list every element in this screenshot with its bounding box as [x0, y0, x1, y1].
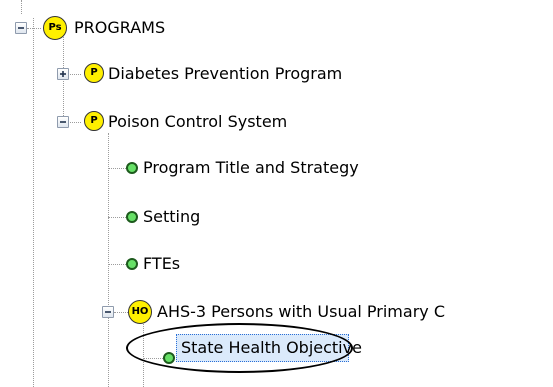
poison-collapse-toggle[interactable] — [57, 116, 69, 128]
tree-line-diabetes — [67, 74, 81, 75]
setting-green-circle-icon — [126, 211, 138, 223]
diabetes-program-label[interactable]: Diabetes Prevention Program — [108, 64, 342, 84]
tree-line-ahs-children — [143, 324, 144, 387]
tree-line-programs-children — [63, 34, 64, 126]
diabetes-program-badge-icon: P — [84, 63, 104, 83]
program-title-label[interactable]: Program Title and Strategy — [143, 158, 359, 178]
poison-control-label[interactable]: Poison Control System — [108, 112, 287, 132]
tree-line-ahs — [114, 312, 128, 313]
programs-label[interactable]: PROGRAMS — [74, 18, 165, 38]
minus-icon — [18, 27, 24, 29]
state-health-objective-label: State Health Objective — [181, 338, 362, 357]
plus-icon — [60, 71, 66, 77]
diabetes-expand-toggle[interactable] — [57, 68, 69, 80]
tree-line-poison-children — [108, 133, 109, 387]
setting-label[interactable]: Setting — [143, 207, 200, 227]
tree-line-setting — [108, 217, 128, 218]
tree-line-state-objective — [143, 358, 163, 359]
program-title-green-circle-icon — [126, 162, 138, 174]
ahs-objective-badge-icon: HO — [128, 300, 152, 324]
programs-badge-icon: Ps — [43, 16, 67, 40]
tree-line-root — [33, 18, 34, 387]
ftes-green-circle-icon — [126, 258, 138, 270]
tree-line-root-top — [21, 0, 22, 14]
state-health-green-circle-icon — [163, 352, 175, 364]
poison-control-badge-icon: P — [84, 111, 104, 131]
programs-collapse-toggle[interactable] — [15, 22, 27, 34]
program-tree: Ps PROGRAMS P Diabetes Prevention Progra… — [0, 0, 553, 387]
ftes-label[interactable]: FTEs — [143, 254, 180, 274]
tree-line-program-title — [108, 168, 128, 169]
minus-icon — [105, 311, 111, 313]
tree-line-ftes — [108, 264, 128, 265]
tree-line-poison — [67, 122, 81, 123]
minus-icon — [60, 121, 66, 123]
selected-tree-item-state-health-objective[interactable]: State Health Objective — [176, 334, 362, 362]
tree-line-programs — [27, 28, 41, 29]
ahs-collapse-toggle[interactable] — [102, 306, 114, 318]
ahs-objective-label[interactable]: AHS-3 Persons with Usual Primary C — [157, 302, 445, 322]
